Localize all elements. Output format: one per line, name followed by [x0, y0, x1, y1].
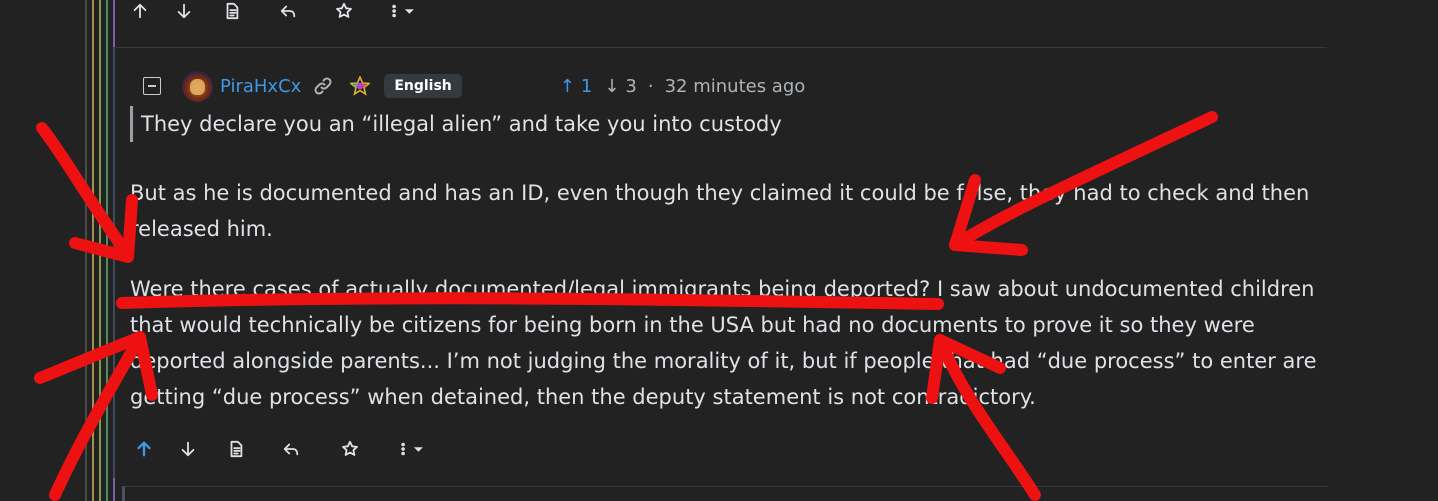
downvote-icon[interactable] — [175, 436, 201, 462]
previous-comment-actions — [127, 0, 421, 24]
community-icon[interactable] — [349, 74, 372, 96]
comment-timestamp[interactable]: 32 minutes ago — [665, 76, 806, 97]
downvote-icon[interactable] — [171, 0, 197, 24]
save-star-icon[interactable] — [331, 0, 357, 24]
thread-guide-line[interactable] — [106, 0, 108, 501]
view-source-icon[interactable] — [219, 0, 245, 24]
quoted-text: They declare you an “illegal alien” and … — [130, 106, 782, 142]
more-options-icon[interactable] — [387, 0, 421, 24]
view-source-icon[interactable] — [223, 436, 249, 462]
user-avatar[interactable] — [182, 70, 213, 102]
comment-paragraph: But as he is documented and has an ID, e… — [130, 181, 1310, 241]
thread-guide-line[interactable] — [99, 0, 101, 501]
separator: · — [647, 75, 654, 97]
vote-summary: ↑ 1 ↓ 3 · 32 minutes ago — [560, 76, 806, 97]
comment: PiraHxCx English ↑ 1 ↓ 3 · 32 minutes ag — [113, 47, 1327, 478]
upvote-icon[interactable] — [131, 436, 157, 462]
collapse-comment-button[interactable] — [143, 77, 161, 95]
upvote-count: 1 — [580, 75, 593, 97]
thread-guide-line[interactable] — [92, 0, 94, 501]
username-link[interactable]: PiraHxCx — [220, 76, 301, 97]
language-badge: English — [384, 74, 462, 98]
downvote-count: 3 — [625, 75, 637, 97]
comment-actions — [131, 436, 430, 462]
upvote-icon[interactable] — [127, 0, 153, 24]
more-options-icon[interactable] — [396, 436, 430, 462]
reply-icon[interactable] — [278, 436, 304, 462]
upvote-count-icon: ↑ — [559, 75, 575, 97]
save-star-icon[interactable] — [337, 436, 363, 462]
thread-guide-line[interactable] — [85, 0, 87, 501]
comment-paragraph: Were there cases of actually documented/… — [130, 277, 1317, 409]
permalink-icon[interactable] — [313, 76, 333, 96]
page: PiraHxCx English ↑ 1 ↓ 3 · 32 minutes ag — [0, 0, 1438, 501]
next-comment-edge — [122, 486, 1328, 501]
reply-icon[interactable] — [275, 0, 301, 24]
comment-header: PiraHxCx English ↑ 1 ↓ 3 · 32 minutes ag — [143, 70, 1293, 102]
downvote-count-icon: ↓ — [604, 75, 620, 97]
